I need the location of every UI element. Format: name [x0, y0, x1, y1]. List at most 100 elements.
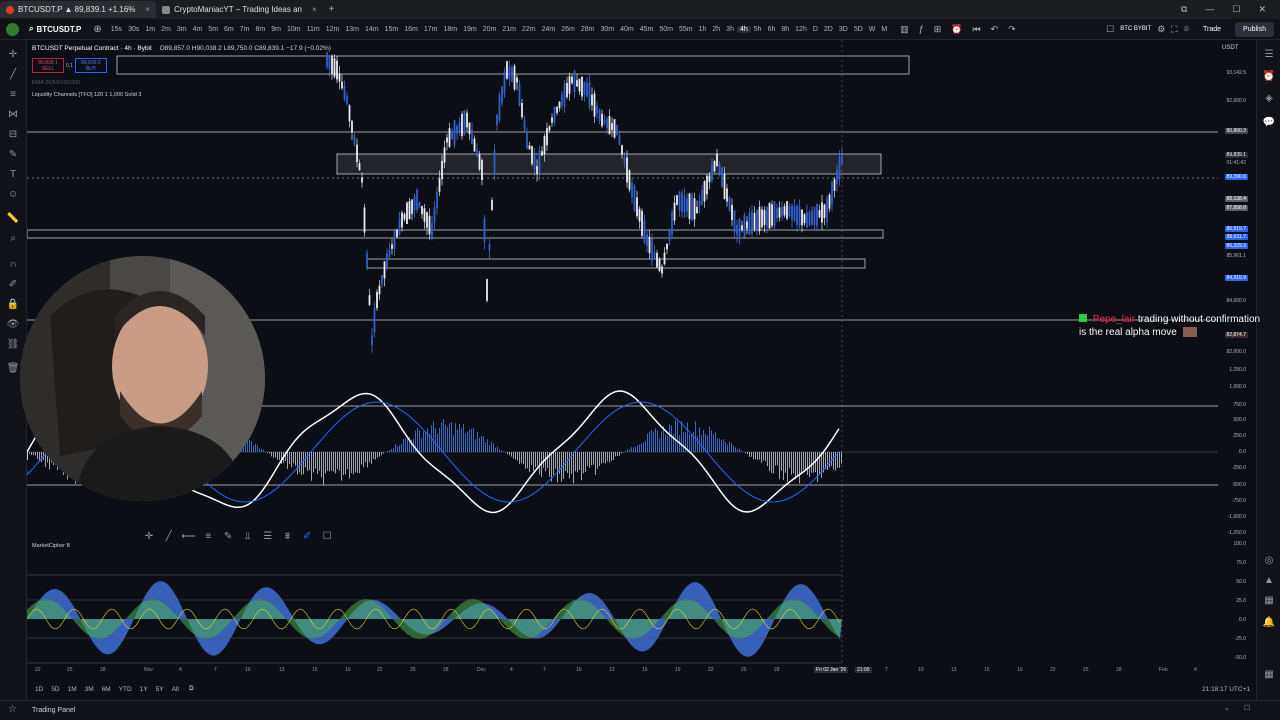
timeframe-option[interactable]: 1h	[696, 26, 710, 33]
timeframe-option[interactable]: 8h	[778, 26, 792, 33]
fullscreen-icon[interactable]: ⛶	[1171, 24, 1177, 35]
compare-symbol-icon[interactable]: ⊕	[87, 24, 107, 35]
currency-label[interactable]: USDT	[1222, 45, 1238, 51]
utc-clock[interactable]: 21:18:17 UTC+1	[1202, 686, 1256, 693]
alerts-icon[interactable]: ⏰	[1262, 70, 1276, 84]
timeframe-option[interactable]: 5m	[205, 26, 221, 33]
timeframe-option[interactable]: 21m	[499, 26, 519, 33]
timeframe-option[interactable]: 17m	[421, 26, 441, 33]
text-icon[interactable]: T	[6, 168, 20, 182]
range-option[interactable]: 1M	[68, 686, 77, 693]
timeframe-option[interactable]: 6m	[221, 26, 237, 33]
browser-tab-ideas[interactable]: CryptoManiacYT – Trading Ideas an ×	[156, 1, 323, 18]
timeframe-option[interactable]: 6h	[765, 26, 779, 33]
publish-button[interactable]: Publish	[1235, 21, 1274, 37]
range-option[interactable]: YTD	[119, 686, 132, 693]
timeframe-option[interactable]: 1m	[142, 26, 158, 33]
timeframe-option[interactable]: 22m	[519, 26, 539, 33]
zoom-icon[interactable]: ⌕	[6, 232, 20, 246]
favorites-icon[interactable]: ☆	[8, 704, 17, 715]
ema-legend[interactable]: EMA 20/50/100/200	[32, 80, 80, 86]
timeframe-option[interactable]: 5D	[851, 26, 866, 33]
ruler-icon[interactable]: 📏	[6, 212, 20, 226]
timeframe-option[interactable]: 24m	[539, 26, 559, 33]
timeframe-option[interactable]: 30m	[597, 26, 617, 33]
chat-icon[interactable]: 💬	[1262, 116, 1276, 130]
close-window-icon[interactable]: ✕	[1258, 4, 1266, 15]
collapse-panel-icon[interactable]: ⌄	[1224, 704, 1230, 712]
replay-icon[interactable]: ⏮	[973, 24, 981, 35]
timeframe-option[interactable]: 55m	[676, 26, 696, 33]
extensions-icon[interactable]: ⧉	[1181, 4, 1187, 15]
timeframe-option[interactable]: 2D	[821, 26, 836, 33]
date-range-icon[interactable]: ⧉	[189, 685, 194, 693]
timeframe-option[interactable]: 2m	[158, 26, 174, 33]
range-option[interactable]: 6M	[102, 686, 111, 693]
timeframe-option[interactable]: 45m	[637, 26, 657, 33]
indicators-icon[interactable]: ƒ	[919, 24, 924, 35]
timeframe-option[interactable]: 19m	[460, 26, 480, 33]
timeframe-option[interactable]: 30s	[125, 26, 142, 33]
timeframe-option[interactable]: 10m	[284, 26, 304, 33]
timeframe-option[interactable]: 8m	[253, 26, 269, 33]
alert-icon[interactable]: ⏰	[951, 24, 962, 35]
timeframe-option[interactable]: 2h	[709, 26, 723, 33]
link-icon[interactable]: ⛓	[6, 338, 20, 352]
templates-icon[interactable]: ⊞	[934, 24, 942, 35]
brush-icon[interactable]: ✎	[6, 148, 20, 162]
timeframe-option[interactable]: M	[878, 26, 890, 33]
visibility-icon[interactable]: 👁	[6, 318, 20, 332]
crosshair-icon[interactable]: ✛	[6, 48, 20, 62]
drag-handle-icon[interactable]: ✛	[140, 531, 158, 542]
rectangle-tool-icon[interactable]: ☐	[318, 531, 336, 542]
pitchfork-icon[interactable]: ⫫	[239, 531, 257, 542]
pattern-icon[interactable]: ⋈	[6, 108, 20, 122]
timeframe-option[interactable]: 14m	[362, 26, 382, 33]
timeframe-option[interactable]: 28m	[578, 26, 598, 33]
redo-icon[interactable]: ↷	[1008, 24, 1016, 35]
target-icon[interactable]: ◎	[1262, 554, 1276, 568]
price-scale[interactable]: USDT 93,142.5 92,000.0 90,860.3 89,839.1 01:…	[1218, 40, 1256, 665]
stay-drawing-icon[interactable]: ✐	[6, 278, 20, 292]
candle-type-icon[interactable]: ▥	[900, 24, 909, 35]
timeframe-option[interactable]: 11m	[304, 26, 323, 33]
undo-icon[interactable]: ↶	[991, 24, 999, 35]
watchlist-icon[interactable]: ☰	[1262, 48, 1276, 62]
trading-panel-tab[interactable]: Trading Panel	[32, 707, 75, 714]
gann-icon[interactable]: ⩩	[279, 531, 297, 542]
new-tab-button[interactable]: +	[323, 4, 341, 15]
forecast-icon[interactable]: ⊟	[6, 128, 20, 142]
timeframe-option[interactable]: 15s	[108, 26, 125, 33]
magnet-icon[interactable]: ∩	[6, 258, 20, 272]
apps-grid-icon[interactable]: ▦	[1262, 668, 1276, 682]
line-tool-icon[interactable]: ╱	[160, 531, 178, 542]
close-tab-icon[interactable]: ×	[145, 5, 150, 14]
exchange-label[interactable]: BTC BYBIT	[1120, 26, 1151, 32]
timeframe-option[interactable]: 16m	[401, 26, 421, 33]
timeframe-option[interactable]: 12h	[792, 26, 810, 33]
timeframe-option[interactable]: 4m	[190, 26, 206, 33]
time-axis[interactable]: 22 25 28 Nov 4 7 10 13 16 19 22 25 28 Dec 4 7 10 13 16 19 22…	[27, 665, 1218, 677]
timeframe-option[interactable]: 7m	[237, 26, 253, 33]
user-avatar[interactable]	[6, 22, 19, 36]
calendar-icon[interactable]: ▦	[1262, 594, 1276, 608]
timeframe-option[interactable]: 13m	[342, 26, 362, 33]
timeframe-option[interactable]: D	[810, 26, 821, 33]
maximize-window-icon[interactable]: ☐	[1232, 4, 1240, 15]
close-tab-icon[interactable]: ×	[312, 5, 317, 14]
browser-tab-tradingview[interactable]: BTCUSDT.P ▲ 89,839.1 +1.16% ×	[0, 1, 157, 18]
hotlist-icon[interactable]: ▲	[1262, 574, 1276, 588]
timeframe-option[interactable]: 26m	[558, 26, 578, 33]
fib-icon[interactable]: ≡	[6, 88, 20, 102]
pen-tool-icon[interactable]: ✎	[219, 531, 237, 542]
timeframe-option[interactable]: 50m	[656, 26, 676, 33]
lock-icon[interactable]: 🔒	[6, 298, 20, 312]
legend-symbol-title[interactable]: BTCUSDT Perpetual Contract · 4h · Bybit	[32, 45, 152, 52]
channel-icon[interactable]: ☰	[259, 531, 277, 542]
timeframe-option[interactable]: 40m	[617, 26, 637, 33]
snapshot-icon[interactable]: ⌾	[1184, 24, 1189, 35]
liquidity-channels-legend[interactable]: Liquidity Channels [TFO] 120 1 1,000 Sol…	[32, 92, 141, 98]
layers-icon[interactable]: ◈	[1262, 92, 1276, 106]
ray-tool-icon[interactable]: ⟵	[180, 531, 198, 542]
minimize-window-icon[interactable]: —	[1205, 4, 1214, 15]
